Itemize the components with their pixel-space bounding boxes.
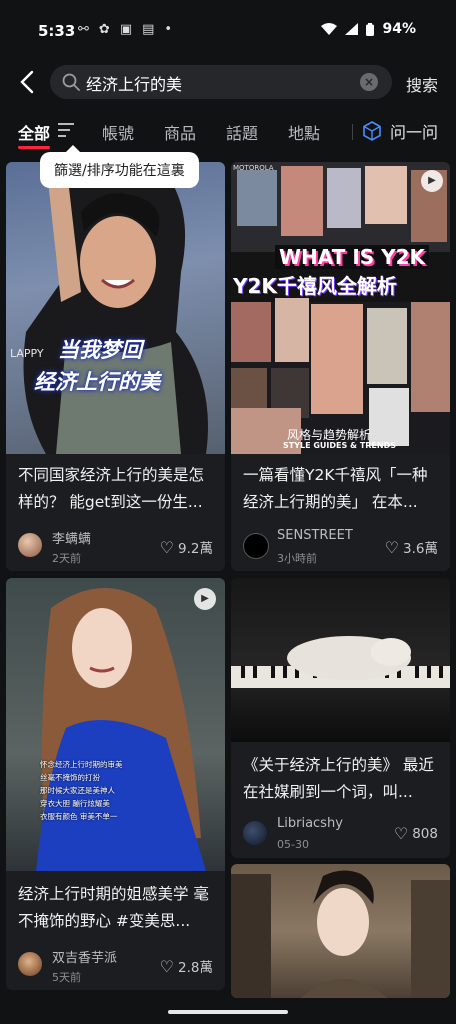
note-card[interactable]: MOTOROLA WHAT IS Y2K Y2K千禧风全解析 风格与趋势解析 S…	[231, 162, 450, 571]
heart-icon: ♡	[384, 537, 400, 557]
cover-brand: MOTOROLA	[233, 164, 274, 172]
window-icon: ▤	[142, 22, 155, 37]
heart-icon: ♡	[393, 824, 409, 843]
y2k-collage-illustration	[231, 162, 450, 454]
filter-tooltip: 篩選/排序功能在這裏	[40, 145, 199, 188]
note-title: 经济上行时期的姐感美学 毫不掩饰的野心 #变美思...	[18, 885, 209, 930]
note-cover-image	[231, 578, 450, 742]
tab-topics[interactable]: 話題	[226, 120, 258, 144]
like-button[interactable]: ♡ 3.6萬	[384, 537, 438, 558]
notification-icons: ⚯ ✿ ▣ ▤ •	[78, 22, 172, 37]
avatar[interactable]	[18, 533, 42, 557]
post-time: 2天前	[52, 552, 81, 565]
cover-overlay-line1: 当我梦回	[58, 338, 142, 362]
heart-icon: ♡	[159, 956, 175, 976]
cover-caption-line: 怀念经济上行时期的审美	[40, 760, 123, 769]
ask-label: 问一问	[389, 123, 438, 142]
post-time: 5天前	[52, 971, 81, 984]
tab-accounts[interactable]: 帳號	[102, 120, 134, 144]
note-cover-image: LAPPY 当我梦回 经济上行的美	[6, 162, 225, 454]
note-card[interactable]	[231, 864, 450, 998]
cover-overlay-line2: 经济上行的美	[34, 370, 160, 394]
note-card[interactable]: 怀念经济上行时期的审美 丝毫不掩饰的打扮 那时候大家还是美神人 穿衣大胆 蹦行炫…	[6, 578, 225, 990]
clear-search-icon[interactable]: ×	[360, 73, 378, 91]
woman-portrait-illustration	[23, 162, 208, 454]
ai-cube-icon	[363, 121, 381, 141]
note-cover-image	[231, 864, 450, 998]
like-button[interactable]: ♡ 808	[394, 824, 438, 843]
search-icon	[62, 73, 80, 91]
post-time: 3小時前	[277, 552, 317, 565]
gesture-nav-bar[interactable]	[168, 1010, 288, 1014]
author-name[interactable]: 双吉香芋派	[52, 947, 117, 966]
note-cover-image: MOTOROLA WHAT IS Y2K Y2K千禧风全解析 风格与趋势解析 S…	[231, 162, 450, 454]
cover-title: Y2K千禧风全解析	[233, 274, 397, 298]
avatar[interactable]	[243, 533, 269, 559]
note-title: 不同国家经济上行的美是怎样的？ 能get到这一份生...	[18, 466, 205, 511]
video-play-icon: ▶	[194, 588, 216, 610]
note-cover-image: 怀念经济上行时期的审美 丝毫不掩饰的打扮 那时候大家还是美神人 穿衣大胆 蹦行炫…	[6, 578, 225, 871]
cover-caption-line: 那时候大家还是美神人	[40, 786, 115, 795]
avatar[interactable]	[243, 821, 267, 845]
cover-subtitle-en: STYLE GUIDES & TRENDS	[283, 441, 396, 450]
filter-icon[interactable]	[58, 123, 74, 137]
post-time: 05-30	[277, 838, 309, 851]
like-count: 2.8萬	[178, 960, 213, 976]
tab-products[interactable]: 商品	[164, 120, 196, 144]
note-title: 《关于经济上行的美》 最近在社媒刷到一个词，叫...	[243, 756, 434, 801]
search-button[interactable]: 搜索	[406, 72, 438, 96]
wifi-icon	[321, 23, 338, 35]
back-button[interactable]	[16, 68, 40, 96]
cover-caption-line: 衣服有颜色 审美不单一	[40, 812, 118, 821]
search-input[interactable]: 经济上行的美 ×	[50, 65, 392, 99]
fan-icon: ✿	[98, 22, 110, 37]
like-button[interactable]: ♡ 9.2萬	[159, 537, 213, 558]
author-name[interactable]: Libriacshy	[277, 816, 343, 831]
avatar[interactable]	[18, 952, 42, 976]
dot-icon: •	[164, 22, 173, 37]
heart-icon: ♡	[159, 537, 175, 557]
signal-icon	[345, 23, 359, 35]
like-count: 9.2萬	[178, 541, 213, 557]
cover-caption: 怀念经济上行时期的审美 丝毫不掩饰的打扮 那时候大家还是美神人 穿衣大胆 蹦行炫…	[40, 758, 123, 823]
note-title: 一篇看懂Y2K千禧风「一种经济上行期的美」 在本...	[243, 466, 428, 511]
battery-icon	[366, 22, 375, 36]
link-icon: ⚯	[78, 22, 89, 37]
search-header: 经济上行的美 × 搜索	[0, 62, 456, 102]
tab-all[interactable]: 全部	[18, 120, 50, 144]
video-play-icon: ▶	[421, 170, 443, 192]
piano-cat-illustration	[231, 636, 450, 688]
author-name[interactable]: SENSTREET	[277, 528, 353, 543]
cover-caption-line: 穿衣大胆 蹦行炫耀美	[40, 799, 110, 808]
status-bar: 5:33 ⚯ ✿ ▣ ▤ • 94%	[0, 0, 456, 60]
calendar-icon: ▣	[119, 22, 133, 37]
battery-level: 94%	[382, 21, 416, 37]
cover-caption-line: 丝毫不掩饰的打扮	[40, 773, 100, 782]
note-card[interactable]: 《关于经济上行的美》 最近在社媒刷到一个词，叫... Libriacshy 05…	[231, 578, 450, 858]
author-name[interactable]: 李螨螨	[52, 528, 91, 547]
cover-small-text: LAPPY	[10, 347, 44, 360]
status-time: 5:33	[38, 22, 76, 40]
result-tabs: 全部 帳號 商品 話題 地點 问一问	[0, 110, 456, 150]
like-button[interactable]: ♡ 2.8萬	[159, 956, 213, 977]
note-card[interactable]: LAPPY 当我梦回 经济上行的美 不同国家经济上行的美是怎样的？ 能get到这…	[6, 162, 225, 571]
woman-portrait-illustration	[36, 588, 206, 871]
like-count: 3.6萬	[403, 541, 438, 557]
woman-photo-illustration	[231, 870, 450, 998]
search-query: 经济上行的美	[86, 75, 183, 94]
tab-places[interactable]: 地點	[288, 120, 320, 144]
ask-button[interactable]: 问一问	[362, 119, 438, 143]
cover-what-is: WHAT IS Y2K	[275, 245, 430, 269]
system-status: 94%	[321, 21, 416, 37]
back-arrow-icon	[20, 70, 34, 94]
active-tab-indicator	[18, 146, 50, 149]
like-count: 808	[412, 825, 438, 842]
tab-divider	[352, 124, 353, 140]
